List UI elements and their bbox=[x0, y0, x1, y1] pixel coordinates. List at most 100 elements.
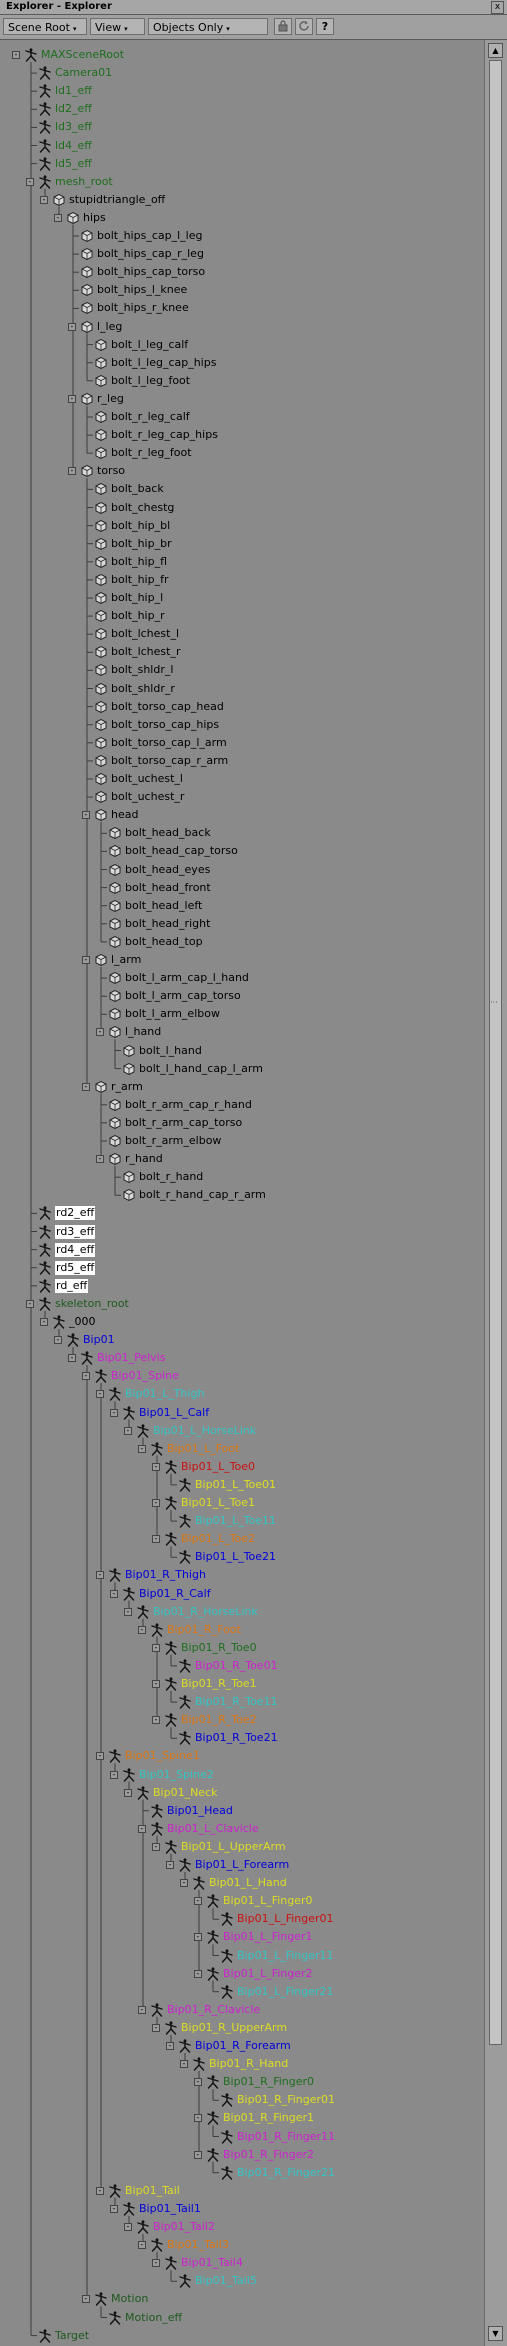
tree-node-r-hand[interactable]: r_hand bbox=[108, 1152, 163, 1166]
tree-node-bip01-head[interactable]: Bip01_Head bbox=[150, 1804, 233, 1818]
collapse-toggle[interactable]: - bbox=[96, 1390, 104, 1399]
tree-node-r-leg[interactable]: r_leg bbox=[80, 392, 124, 406]
tree-node-bolt-chestg[interactable]: bolt_chestg bbox=[94, 501, 174, 515]
collapse-toggle[interactable]: - bbox=[152, 1643, 160, 1652]
tree-node-bip01-r-toe01[interactable]: Bip01_R_Toe01 bbox=[178, 1659, 278, 1673]
collapse-toggle[interactable]: - bbox=[152, 1680, 160, 1688]
tree-node-bolt-hips-cap-r-leg[interactable]: bolt_hips_cap_r_leg bbox=[80, 247, 204, 261]
tree-node-bolt-head-left[interactable]: bolt_head_left bbox=[108, 899, 202, 913]
collapse-toggle[interactable]: - bbox=[138, 1824, 146, 1833]
tree-node-bolt-head-front[interactable]: bolt_head_front bbox=[108, 881, 211, 895]
tree-node-bolt-torso-cap-hips[interactable]: bolt_torso_cap_hips bbox=[94, 718, 219, 732]
collapse-toggle[interactable]: - bbox=[54, 213, 62, 222]
tree-node-ld5-eff[interactable]: ld5_eff bbox=[38, 157, 92, 171]
tree-node-head[interactable]: head bbox=[94, 808, 138, 822]
collapse-toggle[interactable]: - bbox=[194, 1969, 202, 1978]
tree-node-bip01-l-toe1[interactable]: Bip01_L_Toe1 bbox=[164, 1496, 255, 1510]
tree-node-bip01-l-finger01[interactable]: Bip01_L_Finger01 bbox=[220, 1912, 334, 1926]
tree-node-bolt-hip-fl[interactable]: bolt_hip_fl bbox=[94, 555, 167, 569]
tree-node-bolt-back[interactable]: bolt_back bbox=[94, 482, 164, 496]
tree-node-bolt-hip-br[interactable]: bolt_hip_br bbox=[94, 537, 172, 551]
tree-node-bip01-r-forearm[interactable]: Bip01_R_Forearm bbox=[178, 2039, 291, 2053]
tree-node-bolt-hip-bl[interactable]: bolt_hip_bl bbox=[94, 519, 170, 533]
tree-node-bip01-l-finger1[interactable]: Bip01_L_Finger1 bbox=[206, 1930, 313, 1945]
tree-node-rd3-eff[interactable]: rd3_eff bbox=[38, 1224, 96, 1239]
collapse-toggle[interactable]: - bbox=[152, 2023, 160, 2032]
tree-node-bip01-r-finger0[interactable]: Bip01_R_Finger0 bbox=[206, 2075, 314, 2089]
tree-node-r-arm[interactable]: r_arm bbox=[94, 1080, 143, 1094]
collapse-toggle[interactable]: - bbox=[152, 1716, 160, 1725]
tree-node-rd-eff[interactable]: rd_eff bbox=[38, 1278, 89, 1293]
tree-node-bip01-l-clavicle[interactable]: Bip01_L_Clavicle bbox=[150, 1822, 259, 1836]
tree-node-bip01-l-toe11[interactable]: Bip01_L_Toe11 bbox=[178, 1514, 276, 1528]
tree-node-bolt-l-arm-cap-l-hand[interactable]: bolt_l_arm_cap_l_hand bbox=[108, 971, 249, 985]
collapse-toggle[interactable]: - bbox=[138, 1444, 146, 1453]
tree-node-bip01-l-thigh[interactable]: Bip01_L_Thigh bbox=[108, 1387, 204, 1402]
tree-node-bip01-spine1[interactable]: Bip01_Spine1 bbox=[108, 1749, 200, 1764]
tree-node-bip01-r-horselink[interactable]: Bip01_R_HorseLink bbox=[136, 1605, 258, 1619]
tree-node-000[interactable]: _000 bbox=[52, 1315, 96, 1329]
tree-node-target[interactable]: Target bbox=[38, 2329, 89, 2343]
tree-node-bip01-r-toe21[interactable]: Bip01_R_Toe21 bbox=[178, 1731, 278, 1745]
collapse-toggle[interactable]: - bbox=[96, 1155, 104, 1164]
collapse-toggle[interactable]: - bbox=[152, 1462, 160, 1471]
tree-node-ld3-eff[interactable]: ld3_eff bbox=[38, 120, 92, 135]
tree-node-bip01-tail3[interactable]: Bip01_Tail3 bbox=[150, 2238, 229, 2252]
collapse-toggle[interactable]: - bbox=[54, 1336, 62, 1345]
tree-node-bolt-r-arm-cap-torso[interactable]: bolt_r_arm_cap_torso bbox=[108, 1116, 242, 1130]
collapse-toggle[interactable]: - bbox=[166, 1861, 174, 1869]
tree-node-bip01-r-finger21[interactable]: Bip01_R_Finger21 bbox=[220, 2166, 335, 2180]
tree-node-bolt-hip-fr[interactable]: bolt_hip_fr bbox=[94, 573, 169, 587]
collapse-toggle[interactable]: - bbox=[68, 467, 76, 476]
refresh-icon[interactable] bbox=[295, 18, 313, 35]
collapse-toggle[interactable]: - bbox=[180, 2060, 188, 2069]
collapse-toggle[interactable]: - bbox=[194, 2150, 202, 2159]
vertical-scrollbar[interactable]: ▲ ··· ▼ bbox=[484, 40, 507, 2346]
tree-node-bip01-r-toe0[interactable]: Bip01_R_Toe0 bbox=[164, 1641, 257, 1655]
collapse-toggle[interactable]: - bbox=[124, 1788, 132, 1797]
tree-node-bip01-r-clavicle[interactable]: Bip01_R_Clavicle bbox=[150, 2003, 260, 2017]
tree-node-l-arm[interactable]: l_arm bbox=[94, 953, 141, 967]
scroll-thumb[interactable] bbox=[489, 60, 502, 2045]
tree-node-bolt-uchest-r[interactable]: bolt_uchest_r bbox=[94, 790, 184, 804]
collapse-toggle[interactable]: - bbox=[26, 1299, 34, 1308]
tree-node-bip01-l-toe01[interactable]: Bip01_L_Toe01 bbox=[178, 1478, 276, 1492]
tree-node-bolt-l-arm-elbow[interactable]: bolt_l_arm_elbow bbox=[108, 1007, 220, 1021]
filter-dropdown[interactable]: Objects Only ▾ bbox=[148, 18, 268, 35]
tree-node-bip01-r-finger2[interactable]: Bip01_R_Finger2 bbox=[206, 2148, 314, 2162]
tree-node-bolt-head-right[interactable]: bolt_head_right bbox=[108, 917, 210, 931]
collapse-toggle[interactable]: - bbox=[68, 394, 76, 403]
tree-node-bip01-l-horselink[interactable]: Bip01_L_HorseLink bbox=[136, 1424, 256, 1438]
collapse-toggle[interactable]: - bbox=[68, 1354, 76, 1363]
tree-node-bip01-l-toe0[interactable]: Bip01_L_Toe0 bbox=[164, 1460, 255, 1474]
collapse-toggle[interactable]: - bbox=[96, 2186, 104, 2195]
tree-node-bip01-l-hand[interactable]: Bip01_L_Hand bbox=[192, 1876, 287, 1890]
tree-node-bolt-hips-l-knee[interactable]: bolt_hips_l_knee bbox=[80, 283, 187, 297]
tree-node-bolt-head-top[interactable]: bolt_head_top bbox=[108, 935, 203, 949]
collapse-toggle[interactable]: - bbox=[68, 322, 76, 331]
tree-node-bip01-l-calf[interactable]: Bip01_L_Calf bbox=[122, 1406, 209, 1420]
tree-node-bolt-head-cap-torso[interactable]: bolt_head_cap_torso bbox=[108, 844, 238, 858]
tree-node-bip01-l-finger2[interactable]: Bip01_L_Finger2 bbox=[206, 1967, 313, 1981]
tree-node-bip01-r-toe2[interactable]: Bip01_R_Toe2 bbox=[164, 1713, 257, 1727]
collapse-toggle[interactable]: - bbox=[194, 1933, 202, 1942]
tree-node-bolt-l-arm-cap-torso[interactable]: bolt_l_arm_cap_torso bbox=[108, 989, 241, 1003]
tree-node-bolt-hip-r[interactable]: bolt_hip_r bbox=[94, 609, 165, 623]
tree-node-hips[interactable]: hips bbox=[66, 211, 106, 225]
tree-node-bip01-l-finger21[interactable]: Bip01_L_Finger21 bbox=[220, 1985, 334, 1999]
tree-node-motion-eff[interactable]: Motion_eff bbox=[108, 2311, 182, 2325]
tree-node-bip01-l-foot[interactable]: Bip01_L_Foot bbox=[150, 1442, 239, 1456]
collapse-toggle[interactable]: - bbox=[194, 2114, 202, 2123]
tree-node-mesh-root[interactable]: mesh_root bbox=[38, 175, 113, 189]
tree-node-torso[interactable]: torso bbox=[80, 464, 125, 478]
tree-node-bip01-r-finger11[interactable]: Bip01_R_Finger11 bbox=[220, 2130, 335, 2144]
tree-node-bip01-r-toe1[interactable]: Bip01_R_Toe1 bbox=[164, 1677, 257, 1691]
tree-node-bip01-spine[interactable]: Bip01_Spine bbox=[94, 1369, 179, 1383]
tree-node-bolt-r-hand[interactable]: bolt_r_hand bbox=[122, 1170, 203, 1184]
collapse-toggle[interactable]: - bbox=[124, 2223, 132, 2231]
tree-node-bip01-tail1[interactable]: Bip01_Tail1 bbox=[122, 2202, 201, 2216]
collapse-toggle[interactable]: - bbox=[82, 1372, 90, 1381]
collapse-toggle[interactable]: - bbox=[194, 1897, 202, 1906]
collapse-toggle[interactable]: - bbox=[152, 2259, 160, 2268]
tree-node-bolt-r-leg-calf[interactable]: bolt_r_leg_calf bbox=[94, 410, 190, 424]
